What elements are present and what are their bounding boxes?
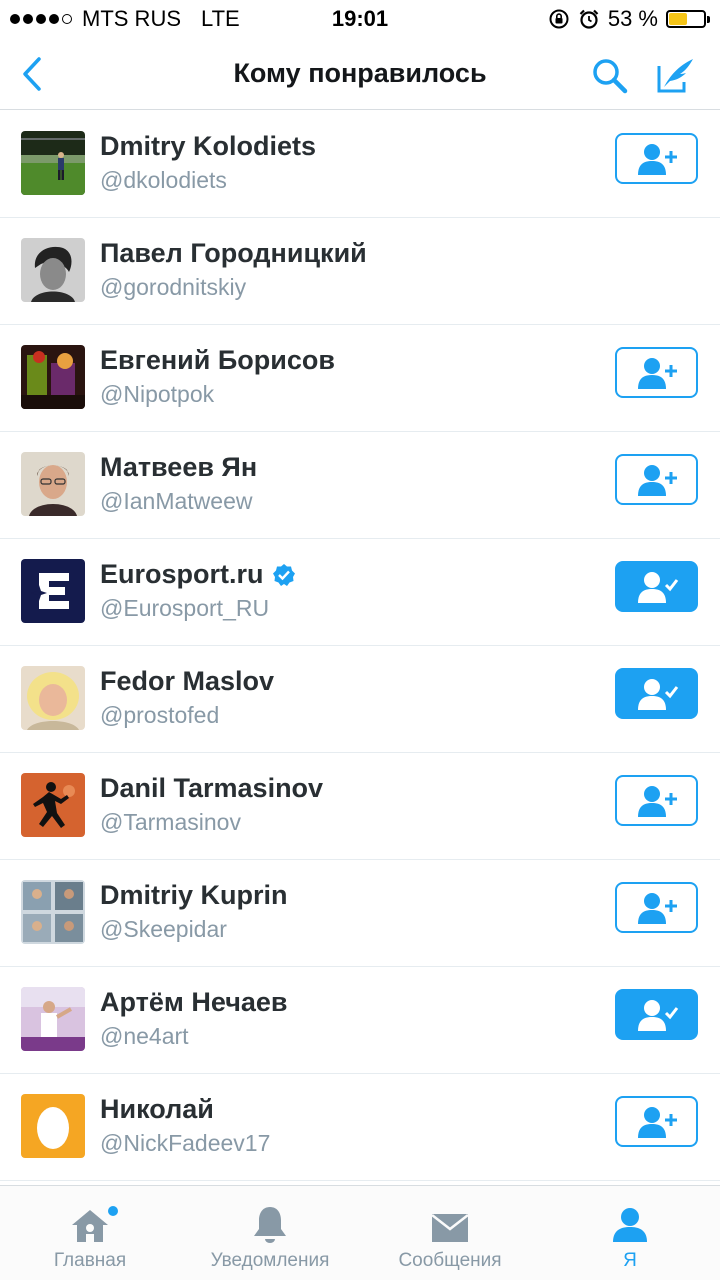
tab-bar: Главная Уведомления Сообщения Я — [0, 1185, 720, 1280]
avatar[interactable] — [21, 238, 85, 302]
alarm-icon — [579, 9, 599, 29]
avatar[interactable] — [21, 131, 85, 195]
follow-button[interactable] — [615, 882, 698, 933]
user-row[interactable]: Артём Нечаев @ne4art — [0, 967, 720, 1074]
user-handle: @Skeepidar — [100, 916, 227, 942]
user-row[interactable]: Николай @NickFadeev17 — [0, 1074, 720, 1181]
user-handle: @Nipotpok — [100, 381, 215, 407]
tab-me-label: Я — [623, 1250, 637, 1271]
battery-percent: 53 % — [607, 6, 658, 31]
avatar[interactable] — [21, 773, 85, 837]
user-handle: @prostofed — [100, 702, 220, 728]
battery-icon — [666, 10, 710, 28]
user-row[interactable]: Danil Tarmasinov @Tarmasinov — [0, 753, 720, 860]
tab-home[interactable]: Главная — [0, 1186, 180, 1280]
user-handle: @Eurosport_RU — [100, 595, 270, 621]
follow-button[interactable] — [615, 454, 698, 505]
profile-icon — [613, 1208, 647, 1242]
avatar[interactable] — [21, 452, 85, 516]
user-row[interactable]: Eurosport.ru @Eurosport_RU — [0, 539, 720, 646]
add-user-icon — [637, 892, 677, 924]
following-check-icon — [637, 571, 678, 603]
rotation-lock-icon — [549, 9, 569, 29]
envelope-icon — [431, 1214, 469, 1242]
verified-badge-icon — [272, 563, 295, 586]
user-row[interactable]: Dmitriy Kuprin @Skeepidar — [0, 860, 720, 967]
home-icon — [72, 1210, 108, 1242]
tab-messages[interactable]: Сообщения — [360, 1186, 540, 1280]
following-check-icon — [637, 678, 678, 710]
user-name: Николай — [100, 1094, 214, 1124]
avatar[interactable] — [21, 987, 85, 1051]
follow-button[interactable] — [615, 1096, 698, 1147]
navigation-bar: Кому понравилось — [0, 40, 720, 110]
user-handle: @NickFadeev17 — [100, 1130, 271, 1156]
following-button[interactable] — [615, 668, 698, 719]
avatar[interactable] — [21, 1094, 85, 1158]
add-user-icon — [637, 1106, 677, 1138]
user-row[interactable]: Павел Городницкий @gorodnitskiy — [0, 218, 720, 325]
bell-icon — [254, 1207, 286, 1243]
following-check-icon — [637, 999, 678, 1031]
following-button[interactable] — [615, 561, 698, 612]
user-row[interactable]: Евгений Борисов @Nipotpok — [0, 325, 720, 432]
user-row[interactable]: Fedor Maslov @prostofed — [0, 646, 720, 753]
tab-messages-label: Сообщения — [398, 1250, 502, 1271]
tab-me[interactable]: Я — [540, 1186, 720, 1280]
status-right: 53 % — [548, 6, 710, 32]
avatar[interactable] — [21, 666, 85, 730]
name-line: Dmitry Kolodiets — [100, 131, 316, 162]
user-name: Danil Tarmasinov — [100, 773, 324, 803]
user-name: Dmitriy Kuprin — [100, 880, 288, 910]
following-button[interactable] — [615, 989, 698, 1040]
home-badge-dot — [108, 1206, 118, 1216]
user-name: Евгений Борисов — [100, 345, 335, 375]
user-handle: @gorodnitskiy — [100, 274, 247, 300]
likers-list: Dmitry Kolodiets @dkolodiets Павел Городни… — [0, 111, 720, 1181]
user-name: Fedor Maslov — [100, 666, 275, 696]
name-line: Eurosport.ru — [100, 559, 296, 590]
name-line: Dmitriy Kuprin — [100, 880, 288, 911]
name-line: Евгений Борисов — [100, 345, 335, 376]
name-line: Fedor Maslov — [100, 666, 274, 697]
user-handle: @ne4art — [100, 1023, 189, 1049]
user-name: Dmitry Kolodiets — [100, 131, 317, 161]
follow-button[interactable] — [615, 133, 698, 184]
user-name: Eurosport.ru — [100, 559, 264, 589]
user-row[interactable]: Dmitry Kolodiets @dkolodiets — [0, 111, 720, 218]
compose-tweet-button[interactable] — [652, 52, 700, 98]
user-handle: @IanMatweew — [100, 488, 253, 514]
avatar[interactable] — [21, 345, 85, 409]
name-line: Danil Tarmasinov — [100, 773, 323, 804]
add-user-icon — [637, 464, 677, 496]
search-icon — [593, 59, 628, 94]
status-bar: MTS RUS LTE 19:01 53 % — [0, 0, 720, 40]
add-user-icon — [637, 143, 677, 175]
avatar[interactable] — [21, 559, 85, 623]
name-line: Матвеев Ян — [100, 452, 257, 483]
follow-button[interactable] — [615, 775, 698, 826]
user-handle: @dkolodiets — [100, 167, 227, 193]
battery-fill — [669, 13, 688, 25]
search-button[interactable] — [588, 54, 632, 98]
user-name: Павел Городницкий — [100, 238, 367, 268]
follow-button[interactable] — [615, 347, 698, 398]
tab-notifications-label: Уведомления — [210, 1250, 330, 1271]
avatar[interactable] — [21, 880, 85, 944]
tab-home-label: Главная — [53, 1250, 127, 1271]
name-line: Павел Городницкий — [100, 238, 367, 269]
add-user-icon — [637, 357, 677, 389]
user-row[interactable]: Матвеев Ян @IanMatweew — [0, 432, 720, 539]
add-user-icon — [637, 785, 677, 817]
user-handle: @Tarmasinov — [100, 809, 241, 835]
compose-icon — [657, 59, 693, 93]
user-name: Матвеев Ян — [100, 452, 258, 482]
name-line: Николай — [100, 1094, 214, 1125]
user-name: Артём Нечаев — [100, 987, 288, 1017]
name-line: Артём Нечаев — [100, 987, 288, 1018]
tab-notifications[interactable]: Уведомления — [180, 1186, 360, 1280]
